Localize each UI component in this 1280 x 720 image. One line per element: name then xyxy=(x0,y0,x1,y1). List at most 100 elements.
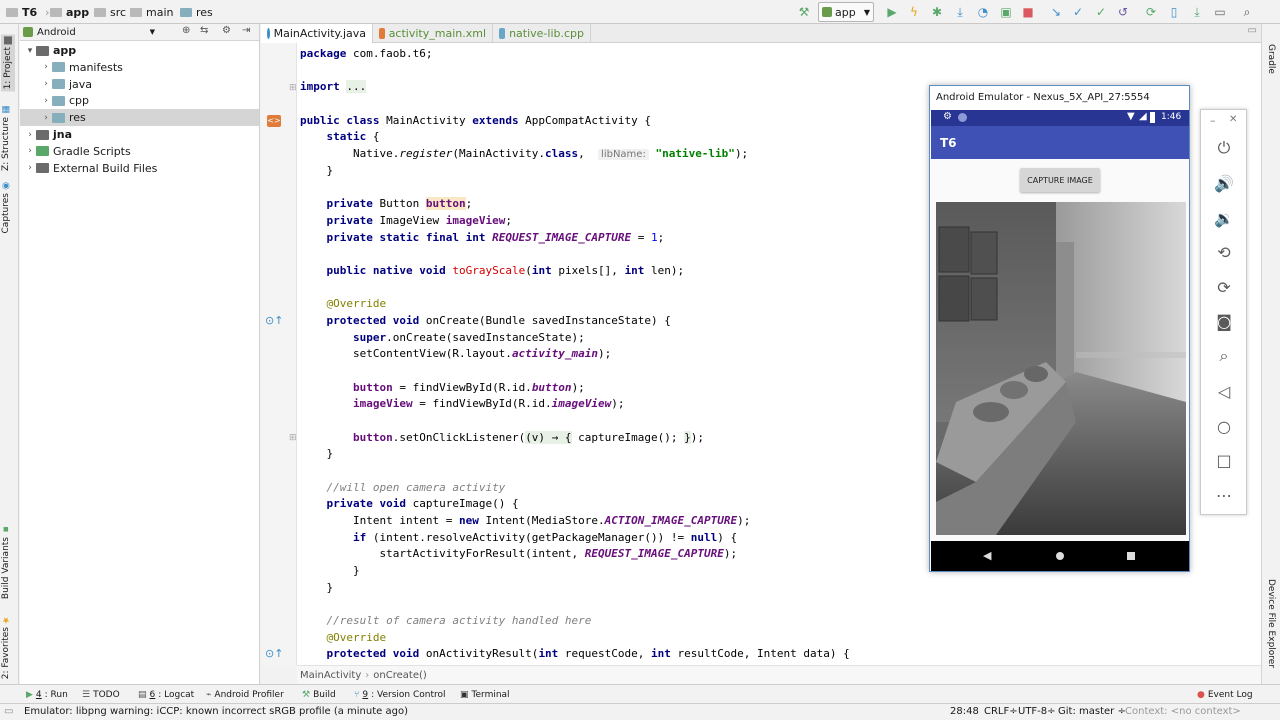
tool-tab-device-file-explorer[interactable]: Device File Explorer xyxy=(1266,579,1276,668)
tool-tab-build-variants[interactable]: Build Variants ▪ xyxy=(1,524,11,599)
run-configuration-select[interactable]: app ▼ xyxy=(818,2,874,22)
field-name: button xyxy=(352,431,393,444)
overview-icon[interactable]: □ xyxy=(1213,449,1235,471)
scroll-from-source-icon[interactable]: ⊕ xyxy=(182,25,190,36)
tree-item-jna[interactable]: › jna xyxy=(20,126,259,143)
chevron-right-icon[interactable]: › xyxy=(40,96,52,106)
tab-list-icon[interactable]: ▭ xyxy=(1248,25,1257,36)
breadcrumb-method[interactable]: onCreate() xyxy=(373,670,427,681)
hide-panel-icon[interactable]: ⇥ xyxy=(242,25,250,36)
fold-icon[interactable]: ⊞ xyxy=(289,83,297,93)
attach-debugger-icon[interactable]: ⤓ xyxy=(952,4,968,20)
volume-up-icon[interactable]: 🔊 xyxy=(1213,172,1235,194)
status-toggle-icon[interactable]: ▭ xyxy=(4,706,13,717)
chevron-down-icon[interactable]: ▾ xyxy=(24,46,36,56)
code-line: protected void onActivityResult(int requ… xyxy=(300,645,850,662)
chevron-right-icon[interactable]: › xyxy=(40,113,52,123)
tree-item-app[interactable]: ▾ app xyxy=(20,42,259,59)
stop-icon[interactable]: ■ xyxy=(1020,4,1036,20)
folded-lambda[interactable]: (v) → { xyxy=(525,431,572,444)
tab-main-activity[interactable]: MainActivity.java xyxy=(261,24,373,43)
nav-overview-icon[interactable] xyxy=(1127,552,1135,560)
tree-item-java[interactable]: › java xyxy=(20,76,259,93)
nav-back-icon[interactable]: ◀ xyxy=(983,549,991,562)
breadcrumb-main[interactable]: main› xyxy=(130,5,186,19)
sdk-manager-icon[interactable]: ⤓ xyxy=(1189,4,1205,20)
breadcrumb-res[interactable]: res xyxy=(180,5,213,19)
tool-terminal[interactable]: ▣ Terminal xyxy=(460,688,510,702)
zoom-icon[interactable]: ⌕ xyxy=(1213,345,1235,367)
tool-version-control[interactable]: ⑂ 9: Version Control xyxy=(354,688,446,702)
back-icon[interactable]: ◁ xyxy=(1213,380,1235,402)
caret-position[interactable]: 28:48 xyxy=(950,706,979,717)
fold-icon[interactable]: ⊞ xyxy=(289,433,297,443)
breadcrumb-project[interactable]: T6 › xyxy=(6,5,50,19)
rotate-right-icon[interactable]: ⟳ xyxy=(1213,276,1235,298)
tool-tab-gradle[interactable]: Gradle xyxy=(1266,44,1276,74)
tree-item-cpp[interactable]: › cpp xyxy=(20,92,259,109)
tool-tab-structure[interactable]: Z: Structure ▦ xyxy=(1,104,11,171)
rotate-left-icon[interactable]: ⟲ xyxy=(1213,241,1235,263)
make-project-icon[interactable]: ⚒ xyxy=(796,4,812,20)
tool-run[interactable]: ▶ 4: Run xyxy=(26,688,68,702)
chevron-right-icon[interactable]: › xyxy=(40,79,52,89)
breadcrumb-class[interactable]: MainActivity xyxy=(300,670,361,681)
minimize-icon[interactable]: – xyxy=(1210,114,1216,127)
chevron-right-icon[interactable]: › xyxy=(24,130,36,140)
tool-build[interactable]: ⚒ Build xyxy=(302,688,336,702)
collapse-all-icon[interactable]: ⇆ xyxy=(200,25,208,36)
coverage-icon[interactable]: ▣ xyxy=(998,4,1014,20)
gear-icon[interactable]: ⚙ xyxy=(222,25,231,36)
sync-icon[interactable]: ⟳ xyxy=(1143,4,1159,20)
native-method-icon[interactable]: <> xyxy=(267,115,281,127)
override-marker-icon[interactable]: ⊙↑ xyxy=(265,647,283,660)
tool-logcat[interactable]: ▤ 6: Logcat xyxy=(138,688,194,702)
tool-tab-favorites[interactable]: 2: Favorites ★ xyxy=(1,614,11,679)
sync-gradle-icon[interactable]: ↘ xyxy=(1048,4,1064,20)
avd-manager-icon[interactable]: ▯ xyxy=(1166,4,1182,20)
capture-image-button[interactable]: CAPTURE IMAGE xyxy=(1020,168,1100,192)
folded-lambda[interactable]: } xyxy=(684,431,691,444)
device-monitor-icon[interactable]: ▭ xyxy=(1212,4,1228,20)
tree-item-external-build-files[interactable]: › External Build Files xyxy=(20,160,259,177)
home-icon[interactable]: ○ xyxy=(1213,415,1235,437)
tool-android-profiler[interactable]: ⌁ Android Profiler xyxy=(206,688,284,702)
git-branch[interactable]: Git: master ÷ xyxy=(1058,706,1126,717)
vcs-revert-icon[interactable]: ↺ xyxy=(1115,4,1131,20)
tab-native-lib-cpp[interactable]: native-lib.cpp xyxy=(493,24,591,43)
tool-event-log[interactable]: ● Event Log xyxy=(1197,688,1253,702)
tree-item-manifests[interactable]: › manifests xyxy=(20,59,259,76)
tree-item-label: manifests xyxy=(69,60,123,74)
emulator-title-bar[interactable]: Android Emulator - Nexus_5X_API_27:5554 xyxy=(930,86,1189,109)
folded-imports[interactable]: ... xyxy=(346,80,367,93)
chevron-right-icon[interactable]: › xyxy=(24,146,36,156)
apply-changes-icon[interactable]: ϟ xyxy=(906,4,922,20)
tree-item-res[interactable]: › res xyxy=(20,109,259,127)
chevron-down-icon[interactable]: ▼ xyxy=(150,28,155,36)
tree-item-gradle-scripts[interactable]: › Gradle Scripts xyxy=(20,143,259,160)
camera-icon[interactable]: ◙ xyxy=(1213,310,1235,332)
tab-activity-main-xml[interactable]: activity_main.xml xyxy=(373,24,493,43)
file-encoding[interactable]: UTF-8÷ xyxy=(1018,706,1056,717)
run-icon[interactable]: ▶ xyxy=(884,4,900,20)
close-icon[interactable]: ✕ xyxy=(1229,114,1237,125)
tool-tab-captures[interactable]: Captures ◉ xyxy=(1,180,11,233)
search-icon[interactable]: ⌕ xyxy=(1239,4,1255,20)
status-message[interactable]: Emulator: libpng warning: iCCP: known in… xyxy=(24,706,408,717)
code-text: ) { xyxy=(717,531,738,544)
vcs-commit-icon[interactable]: ✓ xyxy=(1093,4,1109,20)
override-marker-icon[interactable]: ⊙↑ xyxy=(265,314,283,327)
tool-todo[interactable]: ☰ TODO xyxy=(82,688,120,702)
nav-home-icon[interactable] xyxy=(1056,552,1064,560)
debug-icon[interactable]: ✱ xyxy=(929,4,945,20)
profile-icon[interactable]: ◔ xyxy=(975,4,991,20)
volume-down-icon[interactable]: 🔉 xyxy=(1213,207,1235,229)
chevron-right-icon[interactable]: › xyxy=(40,62,52,72)
vcs-update-icon[interactable]: ✓ xyxy=(1070,4,1086,20)
tool-tab-project[interactable]: 1: Project xyxy=(1,34,15,92)
more-icon[interactable]: ⋯ xyxy=(1213,484,1235,506)
project-view-select[interactable]: Android xyxy=(37,27,76,38)
power-icon[interactable]: ⏻ xyxy=(1213,137,1235,159)
line-separator[interactable]: CRLF÷ xyxy=(984,706,1018,717)
chevron-right-icon[interactable]: › xyxy=(24,163,36,173)
